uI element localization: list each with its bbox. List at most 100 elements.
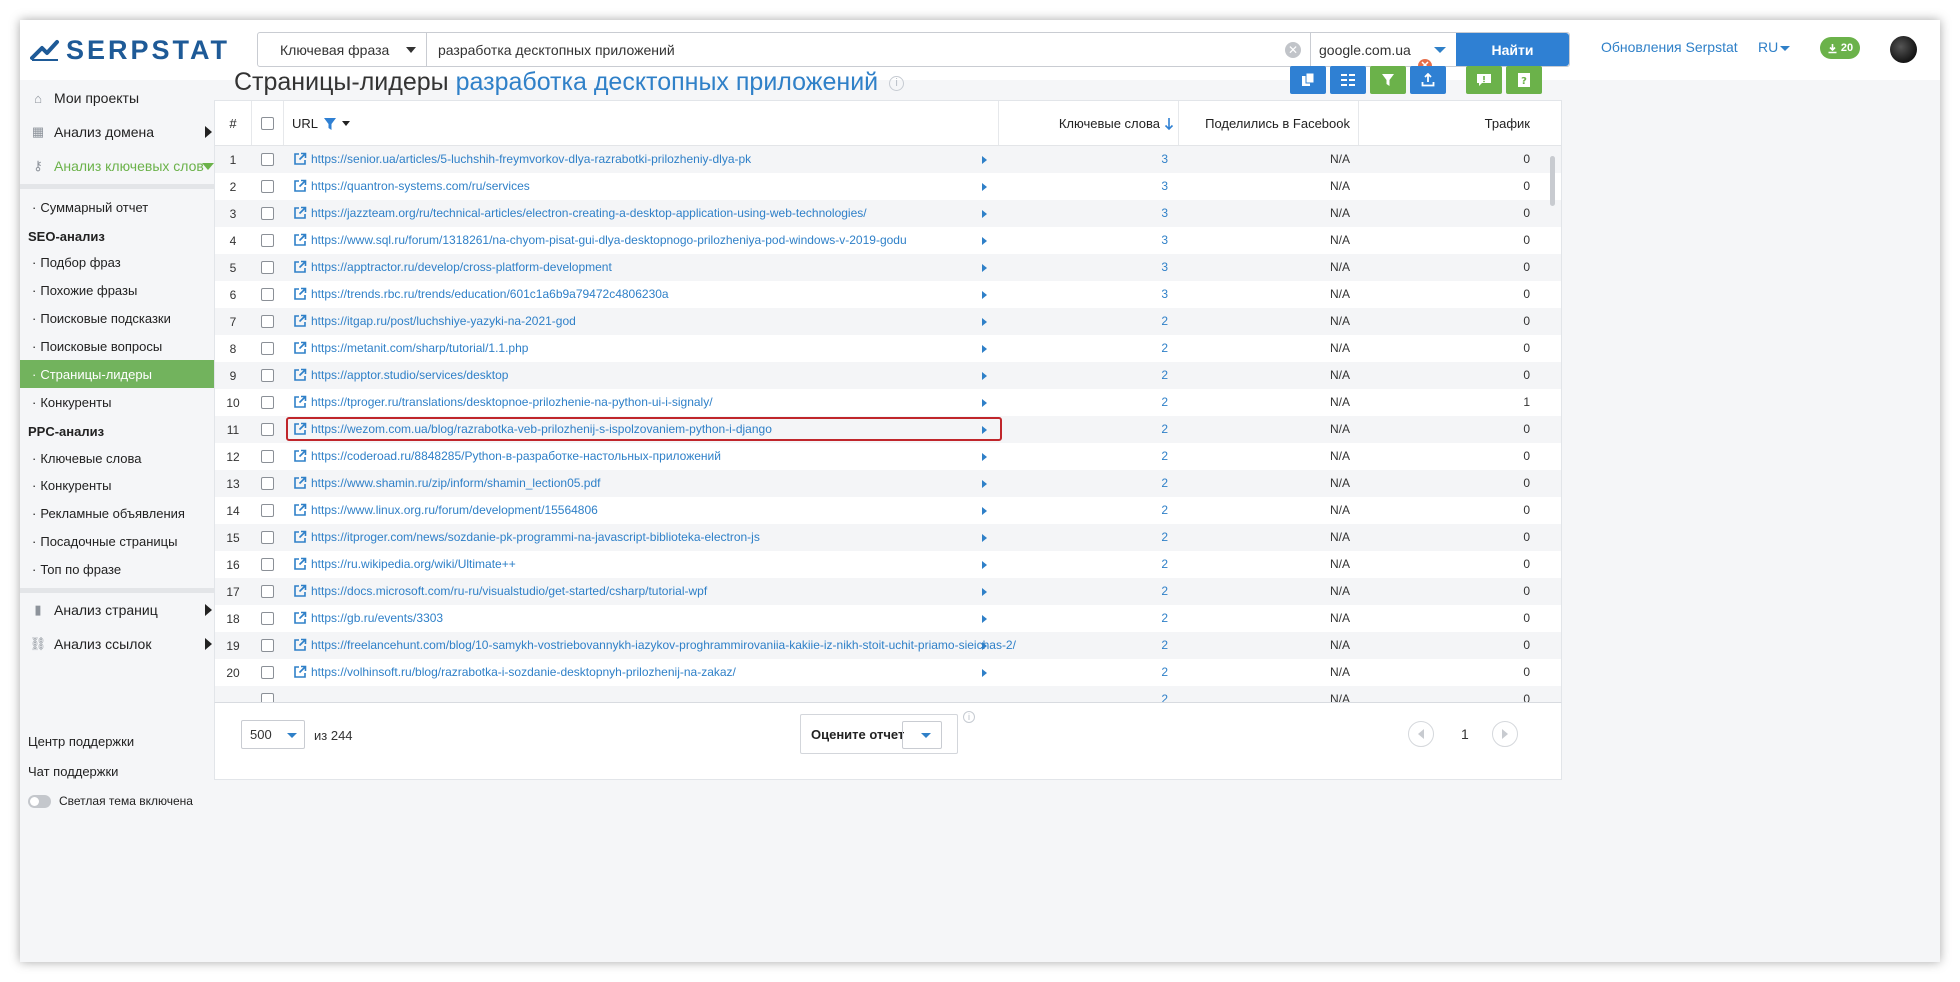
row-keywords-count[interactable]: 2 xyxy=(998,476,1168,490)
row-keywords-count[interactable]: 2 xyxy=(998,449,1168,463)
row-checkbox[interactable] xyxy=(261,342,274,355)
filter-button[interactable] xyxy=(1370,66,1406,94)
row-url-link[interactable]: https://apptractor.ru/develop/cross-plat… xyxy=(311,260,612,274)
table-row[interactable]: 6 https://trends.rbc.ru/trends/education/… xyxy=(215,281,1561,308)
sidebar-item-domain-analysis[interactable]: ▦ Анализ домена xyxy=(20,115,225,149)
search-database-dropdown[interactable]: google.com.ua xyxy=(1310,33,1456,66)
external-link-icon[interactable] xyxy=(293,368,307,382)
external-link-icon[interactable] xyxy=(293,179,307,193)
row-keywords-count[interactable]: 3 xyxy=(998,206,1168,220)
external-link-icon[interactable] xyxy=(293,611,307,625)
row-keywords-count[interactable]: 2 xyxy=(998,368,1168,382)
row-keywords-count[interactable]: 2 xyxy=(998,611,1168,625)
help-button[interactable]: ? xyxy=(1506,66,1542,94)
column-header-traffic[interactable]: Трафик xyxy=(1358,101,1530,146)
row-keywords-count[interactable]: 3 xyxy=(998,179,1168,193)
row-keywords-count[interactable]: 3 xyxy=(998,152,1168,166)
table-row[interactable]: 3 https://jazzteam.org/ru/technical-artic… xyxy=(215,200,1561,227)
external-link-icon[interactable] xyxy=(293,476,307,490)
row-checkbox[interactable] xyxy=(261,180,274,193)
row-url-link[interactable]: https://wezom.com.ua/blog/razrabotka-veb… xyxy=(311,422,772,436)
table-row[interactable]: 10 https://tproger.ru/translations/deskto… xyxy=(215,389,1561,416)
search-button[interactable]: Найти xyxy=(1456,33,1569,66)
external-link-icon[interactable] xyxy=(293,557,307,571)
expand-row-icon[interactable] xyxy=(982,183,987,191)
row-url-link[interactable]: https://itproger.com/news/sozdanie-pk-pr… xyxy=(311,530,760,544)
column-header-url[interactable]: URL xyxy=(292,101,351,146)
vertical-scrollbar[interactable] xyxy=(1550,156,1555,206)
external-link-icon[interactable] xyxy=(293,665,307,679)
sidebar-item-similar-phrases[interactable]: · Похожие фразы xyxy=(20,276,225,304)
table-row[interactable]: 19 https://freelancehunt.com/blog/10-samy… xyxy=(215,632,1561,659)
row-url-link[interactable]: https://www.linux.org.ru/forum/developme… xyxy=(311,503,598,517)
row-keywords-count[interactable]: 3 xyxy=(998,260,1168,274)
row-checkbox[interactable] xyxy=(261,153,274,166)
row-checkbox[interactable] xyxy=(261,639,274,652)
external-link-icon[interactable] xyxy=(293,638,307,652)
language-selector[interactable]: RU xyxy=(1758,39,1791,55)
expand-row-icon[interactable] xyxy=(982,480,987,488)
row-url-link[interactable]: https://quantron-systems.com/ru/services xyxy=(311,179,530,193)
row-url-link[interactable]: https://coderoad.ru/8848285/Python-в-раз… xyxy=(311,449,721,463)
export-button[interactable] xyxy=(1410,66,1446,94)
sidebar-item-keyword-analysis[interactable]: ⚷ Анализ ключевых слов xyxy=(20,149,225,183)
select-all-checkbox[interactable] xyxy=(261,101,274,146)
row-keywords-count[interactable]: 2 xyxy=(998,557,1168,571)
row-keywords-count[interactable]: 2 xyxy=(998,638,1168,652)
row-keywords-count[interactable]: 2 xyxy=(998,395,1168,409)
external-link-icon[interactable] xyxy=(293,584,307,598)
expand-row-icon[interactable] xyxy=(982,426,987,434)
rate-report-select[interactable] xyxy=(902,721,942,749)
external-link-icon[interactable] xyxy=(293,530,307,544)
expand-row-icon[interactable] xyxy=(982,318,987,326)
expand-row-icon[interactable] xyxy=(982,210,987,218)
table-row[interactable]: 16 https://ru.wikipedia.org/wiki/Ultimate… xyxy=(215,551,1561,578)
sidebar-item-landing-pages[interactable]: · Посадочные страницы xyxy=(20,527,225,555)
table-row[interactable]: 1 https://senior.ua/articles/5-luchshih-f… xyxy=(215,146,1561,173)
external-link-icon[interactable] xyxy=(293,341,307,355)
table-row[interactable]: 4 https://www.sql.ru/forum/1318261/na-chy… xyxy=(215,227,1561,254)
expand-row-icon[interactable] xyxy=(982,615,987,623)
table-row[interactable]: 15 https://itproger.com/news/sozdanie-pk-… xyxy=(215,524,1561,551)
row-checkbox[interactable] xyxy=(261,450,274,463)
info-icon[interactable]: i xyxy=(963,711,975,723)
external-link-icon[interactable] xyxy=(293,314,307,328)
info-icon[interactable]: i xyxy=(889,75,905,91)
row-checkbox[interactable] xyxy=(261,585,274,598)
search-type-dropdown[interactable]: Ключевая фраза xyxy=(258,33,427,66)
table-row[interactable]: 9 https://apptor.studio/services/desktop 2… xyxy=(215,362,1561,389)
checkbox[interactable] xyxy=(261,117,274,130)
expand-row-icon[interactable] xyxy=(982,399,987,407)
row-keywords-count[interactable]: 2 xyxy=(998,314,1168,328)
row-keywords-count[interactable]: 2 xyxy=(998,341,1168,355)
table-row[interactable]: 13 https://www.shamin.ru/zip/inform/shami… xyxy=(215,470,1561,497)
row-keywords-count[interactable]: 2 xyxy=(998,422,1168,436)
row-checkbox[interactable] xyxy=(261,531,274,544)
row-url-link[interactable]: https://tproger.ru/translations/desktopn… xyxy=(311,395,713,409)
sidebar-item-ad-texts[interactable]: · Рекламные объявления xyxy=(20,499,225,527)
sidebar-item-search-suggestions[interactable]: · Поисковые подсказки xyxy=(20,304,225,332)
external-link-icon[interactable] xyxy=(293,287,307,301)
user-avatar[interactable] xyxy=(1890,36,1917,63)
row-keywords-count[interactable]: 3 xyxy=(998,287,1168,301)
support-center-link[interactable]: Центр поддержки xyxy=(28,734,134,749)
sort-descending-icon[interactable] xyxy=(1164,117,1174,131)
report-issue-button[interactable] xyxy=(1466,66,1502,94)
sidebar-item-projects[interactable]: ⌂ Мои проекты xyxy=(20,81,225,115)
row-url-link[interactable]: https://gb.ru/events/3303 xyxy=(311,611,443,625)
external-link-icon[interactable] xyxy=(293,152,307,166)
theme-toggle[interactable]: Светлая тема включена xyxy=(28,794,193,808)
chevron-down-icon[interactable] xyxy=(342,121,351,126)
row-keywords-count[interactable]: 2 xyxy=(998,530,1168,544)
table-row[interactable]: 7 https://itgap.ru/post/luchshiye-yazyki-… xyxy=(215,308,1561,335)
expand-row-icon[interactable] xyxy=(982,372,987,380)
row-keywords-count[interactable]: 2 xyxy=(998,665,1168,679)
expand-row-icon[interactable] xyxy=(982,507,987,515)
row-checkbox[interactable] xyxy=(261,207,274,220)
sidebar-item-link-analysis[interactable]: ⛓ Анализ ссылок xyxy=(20,627,225,661)
row-checkbox[interactable] xyxy=(261,504,274,517)
sidebar-item-summary-report[interactable]: · Суммарный отчет xyxy=(20,193,225,221)
sidebar-item-top-pages[interactable]: · Страницы-лидеры xyxy=(20,360,225,388)
row-url-link[interactable]: https://ru.wikipedia.org/wiki/Ultimate++ xyxy=(311,557,516,571)
row-checkbox[interactable] xyxy=(261,369,274,382)
